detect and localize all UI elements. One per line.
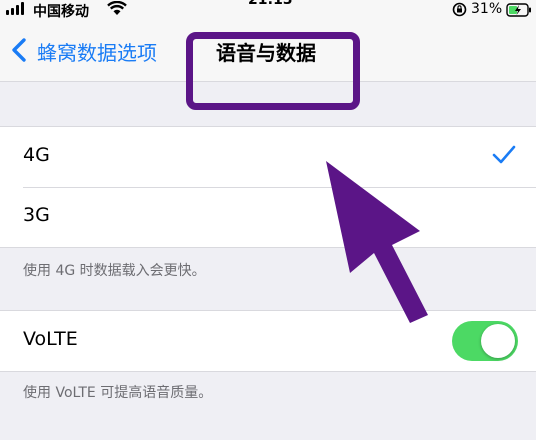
volte-toggle[interactable]	[452, 321, 518, 361]
carrier-name: 中国移动	[33, 4, 89, 20]
network-options-group: 4G 3G	[0, 126, 536, 248]
checkmark-icon	[492, 145, 516, 164]
network-footer-note: 使用 4G 时数据载入会更快。	[23, 263, 206, 279]
wifi-icon	[107, 1, 127, 15]
clock: 21:13	[248, 0, 293, 8]
battery-percent: 31%	[471, 1, 503, 17]
navigation-bar: 蜂窝数据选项 语音与数据	[0, 22, 536, 110]
row-divider	[23, 187, 536, 188]
back-button[interactable]: 蜂窝数据选项	[37, 37, 157, 66]
signal-icon	[6, 2, 24, 15]
volte-row: VoLTE	[0, 311, 536, 371]
arrow-annotation-icon	[326, 161, 428, 323]
option-label-4g: 4G	[23, 144, 50, 166]
option-row-3g[interactable]: 3G	[0, 187, 536, 247]
status-bar: 中国移动 21:13 31%	[0, 0, 536, 22]
toggle-knob	[481, 324, 515, 358]
back-chevron-icon[interactable]	[10, 37, 28, 63]
title-highlight-annotation	[186, 32, 360, 110]
orientation-lock-icon	[452, 2, 467, 17]
volte-group: VoLTE	[0, 310, 536, 372]
battery-charging-icon	[506, 3, 531, 17]
volte-label: VoLTE	[23, 328, 78, 350]
option-row-4g[interactable]: 4G	[0, 127, 536, 187]
volte-footer-note: 使用 VoLTE 可提高语音质量。	[23, 385, 213, 401]
option-label-3g: 3G	[23, 204, 50, 226]
